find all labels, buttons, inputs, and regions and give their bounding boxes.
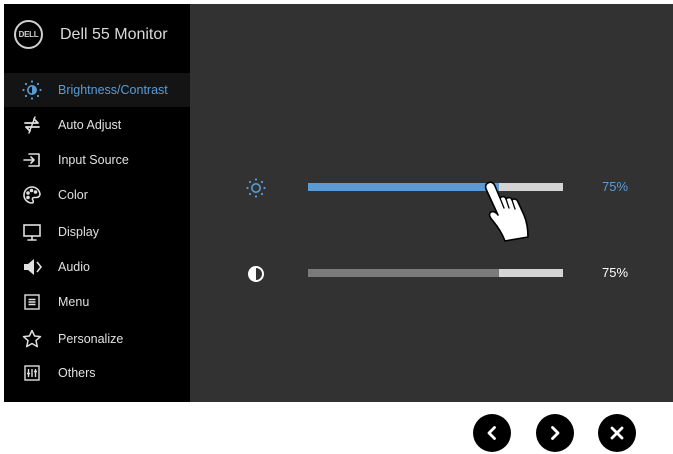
sidebar-item-auto-adjust[interactable]: Auto Adjust — [4, 108, 190, 142]
menu-icon — [21, 291, 43, 313]
brightness-icon — [244, 176, 268, 200]
sidebar-item-label: Brightness/Contrast — [58, 83, 168, 97]
contrast-fill — [308, 269, 500, 277]
close-icon — [610, 426, 624, 440]
color-palette-icon — [21, 184, 43, 206]
sidebar-item-label: Color — [58, 188, 88, 202]
display-icon — [21, 221, 43, 243]
chevron-left-icon — [487, 426, 496, 440]
monitor-title: Dell 55 Monitor — [60, 26, 168, 43]
contrast-icon — [244, 262, 268, 286]
sidebar-item-input-source[interactable]: Input Source — [4, 143, 190, 177]
sidebar-item-label: Display — [58, 225, 99, 239]
sidebar-item-label: Auto Adjust — [58, 118, 122, 132]
next-button[interactable] — [536, 414, 574, 452]
star-icon — [21, 328, 43, 350]
sidebar-item-label: Input Source — [58, 153, 129, 167]
sidebar-item-label: Personalize — [58, 332, 124, 346]
brightness-icon — [21, 79, 43, 101]
previous-button[interactable] — [473, 414, 511, 452]
sidebar-item-display[interactable]: Display — [4, 215, 190, 249]
brightness-value: 75% — [602, 179, 629, 194]
header: DELL Dell 55 Monitor — [4, 4, 190, 70]
sidebar-item-menu[interactable]: Menu — [4, 285, 190, 319]
sidebar-item-brightness-contrast[interactable]: Brightness/Contrast — [4, 73, 190, 107]
chevron-right-icon — [551, 426, 560, 440]
sidebar-item-label: Others — [58, 366, 96, 380]
sidebar-item-personalize[interactable]: Personalize — [4, 322, 190, 356]
contrast-track[interactable] — [308, 269, 563, 277]
input-source-icon — [21, 149, 43, 171]
close-button[interactable] — [598, 414, 636, 452]
touch-hand-icon — [484, 181, 529, 242]
sidebar-item-color[interactable]: Color — [4, 178, 190, 212]
brightness-fill — [308, 183, 500, 191]
sidebar: DELL Dell 55 Monitor Brightness/Contrast — [4, 4, 190, 402]
monitor-osd: DELL Dell 55 Monitor Brightness/Contrast — [4, 4, 673, 402]
dell-logo: DELL — [14, 20, 43, 49]
speaker-icon — [21, 256, 43, 278]
contrast-value: 75% — [602, 265, 629, 280]
sidebar-item-label: Menu — [58, 295, 90, 309]
sidebar-item-others[interactable]: Others — [4, 356, 190, 390]
auto-adjust-icon — [21, 114, 43, 136]
others-icon — [21, 362, 43, 384]
sidebar-item-audio[interactable]: Audio — [4, 250, 190, 284]
sidebar-item-label: Audio — [58, 260, 90, 274]
